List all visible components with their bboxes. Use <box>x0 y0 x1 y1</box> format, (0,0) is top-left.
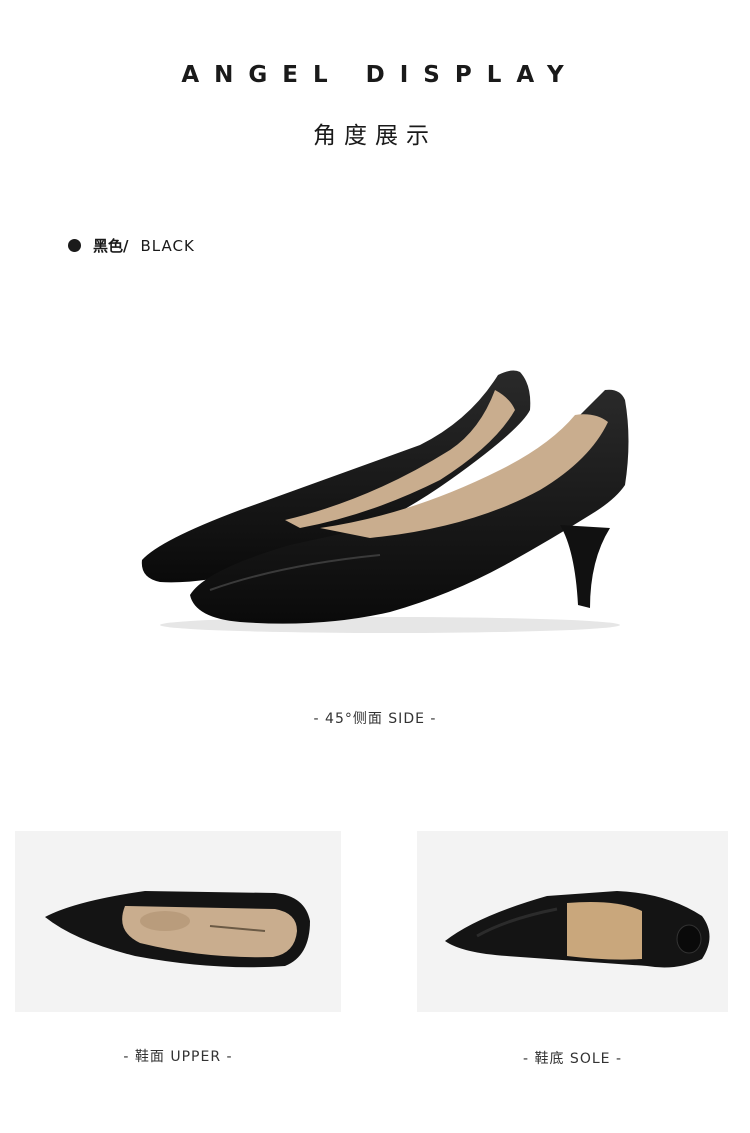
color-label-cn: 黑色/ <box>93 237 129 255</box>
color-label-en: BLACK <box>140 236 195 255</box>
caption-upper: - 鞋面 UPPER - <box>123 1049 233 1065</box>
product-photo-sole <box>417 831 728 1012</box>
page-title: ANGEL DISPLAY <box>181 62 579 88</box>
shoe-sole-illustration <box>445 891 710 968</box>
color-option-black[interactable]: 黑色/ BLACK <box>68 235 195 256</box>
shoe-upper-illustration <box>45 891 310 968</box>
product-photo-upper <box>15 831 341 1012</box>
product-photo-side <box>120 350 650 650</box>
shoe-pair-illustration <box>141 370 629 633</box>
page-subtitle: 角度展示 <box>313 123 437 149</box>
color-dot-icon <box>68 239 81 252</box>
caption-side: - 45°侧面 SIDE - <box>313 711 437 727</box>
caption-sole: - 鞋底 SOLE - <box>522 1051 622 1067</box>
